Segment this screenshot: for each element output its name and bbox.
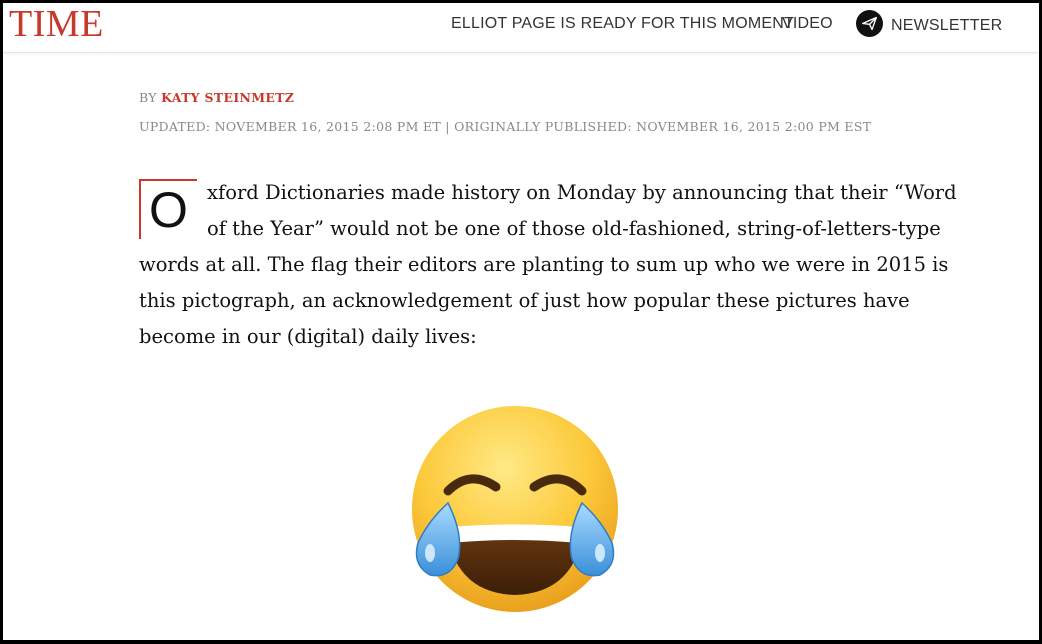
author-link[interactable]: KATY STEINMETZ [161, 90, 294, 105]
drop-cap: O [139, 179, 197, 239]
paper-plane-icon [856, 10, 883, 37]
nav-featured-story-link[interactable]: ELLIOT PAGE IS READY FOR THIS MOMENT [451, 14, 794, 34]
site-header: TIME ELLIOT PAGE IS READY FOR THIS MOMEN… [3, 3, 1039, 53]
article-paragraph: xford Dictionaries made history on Monda… [139, 181, 957, 348]
nav-video-link[interactable]: VIDEO [782, 14, 833, 34]
newsletter-label: NEWSLETTER [891, 16, 1003, 34]
time-logo[interactable]: TIME [9, 4, 104, 44]
face-with-tears-of-joy-emoji-icon [408, 403, 623, 618]
page-frame: TIME ELLIOT PAGE IS READY FOR THIS MOMEN… [3, 3, 1039, 640]
byline-prefix: BY [139, 90, 157, 105]
article-body: O xford Dictionaries made history on Mon… [139, 175, 959, 355]
byline: BY KATY STEINMETZ [139, 90, 294, 105]
nav-newsletter-link[interactable]: NEWSLETTER [856, 10, 1003, 37]
article-timestamp: UPDATED: NOVEMBER 16, 2015 2:08 PM ET | … [139, 119, 872, 134]
